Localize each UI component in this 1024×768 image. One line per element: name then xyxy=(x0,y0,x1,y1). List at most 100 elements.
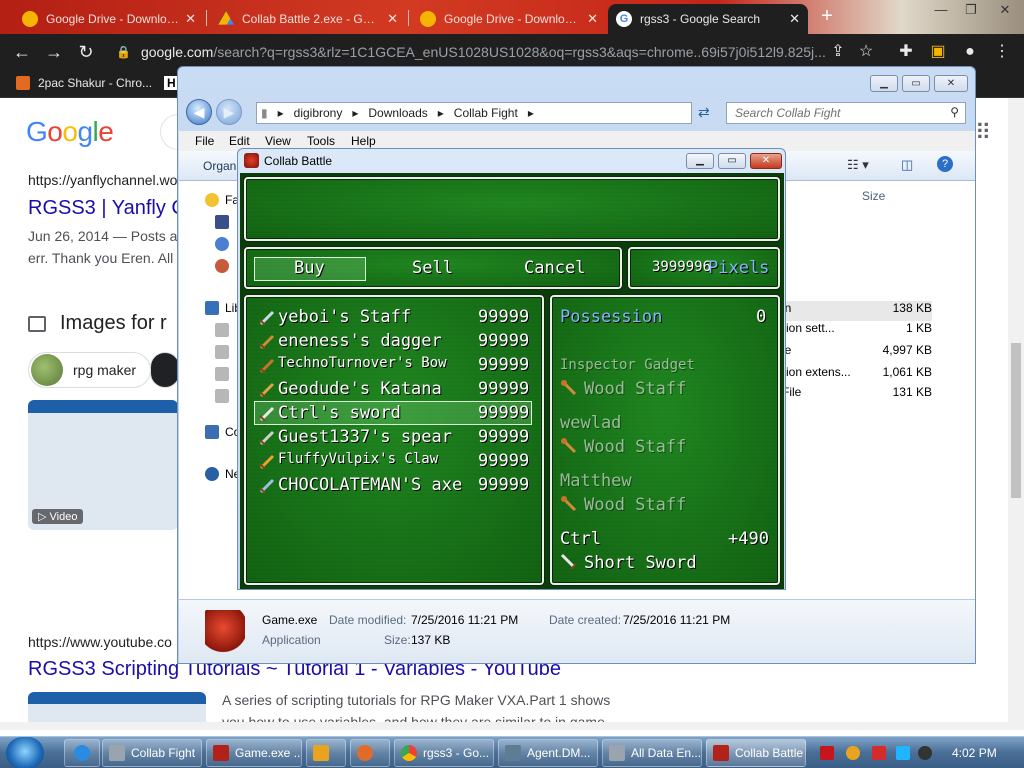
forward-arrow-icon[interactable]: ▶ xyxy=(216,99,242,125)
shop-item-name[interactable]: Geodude's Katana xyxy=(278,379,442,399)
new-tab-button[interactable]: + xyxy=(816,6,838,28)
file-row[interactable]: ration extens... 1,061 KB xyxy=(772,365,932,385)
shop-item-name[interactable]: FluffyVulpix's Claw xyxy=(278,451,438,467)
close-tab-icon[interactable]: ✕ xyxy=(789,11,800,27)
buy-command[interactable]: Buy xyxy=(294,258,325,278)
menu-file[interactable]: File xyxy=(195,134,214,148)
file-row[interactable]: File4,997 KB xyxy=(772,343,932,363)
menu-help[interactable]: Help xyxy=(351,134,376,148)
minimize-icon[interactable]: ▁ xyxy=(870,75,898,92)
preview-pane-icon[interactable]: ◫ xyxy=(901,157,913,173)
file-row[interactable]: er xyxy=(772,257,932,277)
reload-icon[interactable]: ↻ xyxy=(74,40,98,64)
file-row[interactable]: ration sett... 1 KB xyxy=(772,321,932,341)
start-orb-icon[interactable] xyxy=(6,737,44,768)
file-row[interactable]: er xyxy=(772,279,932,299)
game-screen[interactable]: Buy Sell Cancel 3999996 Pixels Possessio… xyxy=(240,173,784,589)
file-row[interactable]: er xyxy=(772,215,932,235)
taskbar-item[interactable] xyxy=(306,739,346,767)
close-window-icon[interactable]: ✕ xyxy=(934,75,968,92)
extensions-puzzle-icon[interactable]: ✚ xyxy=(894,40,918,64)
forward-arrow-icon[interactable]: → xyxy=(42,40,66,64)
restore-icon[interactable]: ❐ xyxy=(956,0,986,22)
organize-button[interactable]: Organi xyxy=(203,159,239,173)
shop-item-name[interactable]: eneness's dagger xyxy=(278,331,442,351)
scrollbar-thumb[interactable] xyxy=(1011,343,1021,498)
browser-tab[interactable]: Google Drive - Downloads ✕ xyxy=(14,4,204,34)
share-icon[interactable]: ⇪ xyxy=(826,40,850,64)
tray-app-icon[interactable] xyxy=(846,746,860,760)
taskbar-item[interactable]: rgss3 - Go... xyxy=(394,739,494,767)
maximize-icon[interactable]: ▭ xyxy=(718,153,746,169)
maximize-icon[interactable]: ▭ xyxy=(902,75,930,92)
breadcrumb-item[interactable]: Collab Fight xyxy=(454,106,518,120)
browser-tab[interactable]: Google Drive - Downloads ✕ xyxy=(412,4,606,34)
tray-app-icon[interactable] xyxy=(820,746,834,760)
minimize-icon[interactable]: ▁ xyxy=(686,153,714,169)
tray-flag-icon[interactable] xyxy=(872,746,886,760)
sell-command[interactable]: Sell xyxy=(412,258,453,278)
shop-item-name[interactable]: CHOCOLATEMAN'S axe xyxy=(278,475,462,495)
breadcrumb-item[interactable]: digibrony xyxy=(294,106,343,120)
view-options-icon[interactable]: ☷ ▾ xyxy=(847,157,869,173)
image-filter-chip[interactable] xyxy=(150,352,180,388)
vertical-scrollbar[interactable] xyxy=(1008,98,1024,730)
explorer-search-input[interactable]: Search Collab Fight ⚲ xyxy=(726,102,966,124)
shop-item-price: 99999 xyxy=(478,355,530,375)
address-bar[interactable]: 🔒 google.com /search?q=rgss3&rlz=1C1GCEA… xyxy=(110,38,890,66)
file-row[interactable]: er xyxy=(772,237,932,257)
breadcrumb-item[interactable]: Downloads xyxy=(368,106,427,120)
help-icon[interactable]: ? xyxy=(937,156,953,172)
sidepanel-icon[interactable]: ▣ xyxy=(926,40,950,64)
kebab-menu-icon[interactable]: ⋮ xyxy=(990,40,1014,64)
google-logo[interactable]: Google xyxy=(26,116,114,148)
taskbar-item[interactable]: Game.exe ... xyxy=(206,739,302,767)
taskbar-item[interactable]: All Data En... xyxy=(602,739,702,767)
actor-name: Ctrl xyxy=(560,529,601,549)
horizontal-scrollbar[interactable] xyxy=(0,722,1010,730)
close-window-icon[interactable]: ✕ xyxy=(990,0,1020,22)
menu-tools[interactable]: Tools xyxy=(307,134,335,148)
video-thumbnail[interactable]: ▷ Video xyxy=(28,400,178,530)
shop-item-name[interactable]: Guest1337's spear xyxy=(278,427,452,447)
profile-avatar-icon[interactable]: ● xyxy=(958,40,982,64)
star-bookmark-icon[interactable]: ☆ xyxy=(854,40,878,64)
menu-edit[interactable]: Edit xyxy=(229,134,250,148)
bookmark-item[interactable]: 2pac Shakur - Chro... xyxy=(16,76,152,90)
minimize-icon[interactable]: — xyxy=(926,0,956,22)
taskbar-item-active[interactable]: Collab Battle xyxy=(706,739,806,767)
back-arrow-icon[interactable]: ← xyxy=(10,40,34,64)
shop-item-price: 99999 xyxy=(478,307,530,327)
explorer-address-bar[interactable]: ▮ ▸ digibrony ▸ Downloads ▸ Collab Fight… xyxy=(256,102,692,124)
shop-item-name[interactable]: TechnoTurnover's Bow xyxy=(278,355,447,371)
taskbar-item[interactable]: Agent.DM... xyxy=(498,739,598,767)
close-window-icon[interactable]: ✕ xyxy=(750,153,782,169)
file-row[interactable]: 2 File 131 KB xyxy=(772,385,932,405)
cancel-command[interactable]: Cancel xyxy=(524,258,585,278)
image-filter-chip[interactable]: rpg maker xyxy=(28,352,152,388)
file-row-selected[interactable]: tion138 KB xyxy=(772,301,932,321)
browser-tab[interactable]: Collab Battle 2.exe - Google ✕ xyxy=(210,4,406,34)
refresh-icon[interactable]: ⇄ xyxy=(698,104,710,121)
help-window xyxy=(244,177,780,241)
menu-view[interactable]: View xyxy=(265,134,291,148)
column-header-size[interactable]: Size xyxy=(862,189,885,203)
shop-item-name[interactable]: yeboi's Staff xyxy=(278,307,411,327)
close-tab-icon[interactable]: ✕ xyxy=(587,11,598,27)
close-tab-icon[interactable]: ✕ xyxy=(387,11,398,27)
close-tab-icon[interactable]: ✕ xyxy=(185,11,196,27)
taskbar-item[interactable]: Collab Fight xyxy=(102,739,202,767)
apps-grid-icon[interactable]: ⠿ xyxy=(975,120,991,146)
taskbar-item[interactable] xyxy=(350,739,390,767)
result-title-link[interactable]: RGSS3 | Yanfly C xyxy=(28,197,186,220)
tray-network-icon[interactable] xyxy=(896,746,910,760)
shop-item-price: 99999 xyxy=(478,403,530,423)
ie-icon[interactable] xyxy=(64,739,100,767)
browser-tab-active[interactable]: G rgss3 - Google Search ✕ xyxy=(608,4,808,34)
shop-item-name[interactable]: Ctrl's sword xyxy=(278,403,401,423)
result-cite: https://www.youtube.co xyxy=(28,634,172,650)
back-arrow-icon[interactable]: ◀ xyxy=(186,99,212,125)
tray-volume-icon[interactable] xyxy=(918,746,932,760)
taskbar-clock[interactable]: 4:02 PM xyxy=(952,746,997,760)
breadcrumb-separator: ▸ xyxy=(277,106,284,120)
